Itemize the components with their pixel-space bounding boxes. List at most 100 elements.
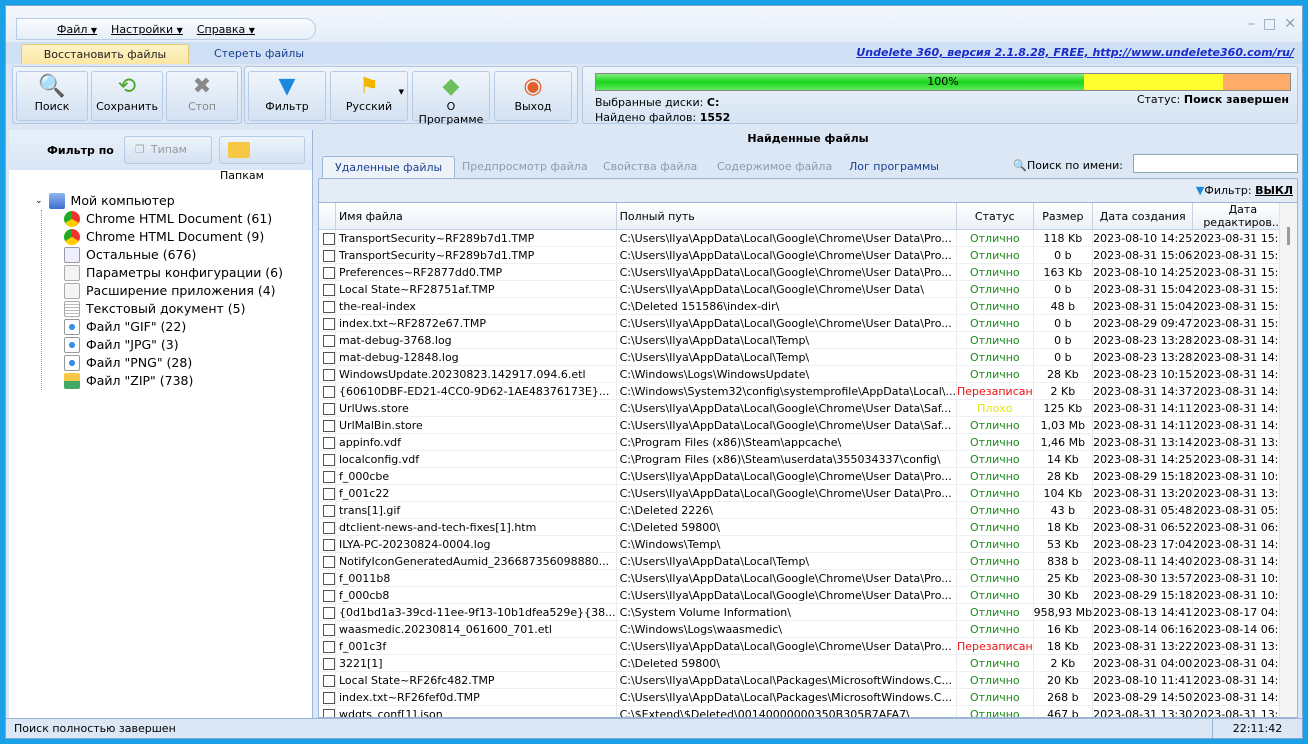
- table-row[interactable]: f_0011b8 C:\Users\Ilya\AppData\Local\Goog…: [319, 569, 1297, 587]
- filter-by-types-button[interactable]: ❐ Типам: [124, 136, 212, 164]
- tree-item[interactable]: Остальные (676): [42, 246, 283, 264]
- row-checkbox[interactable]: [323, 589, 335, 602]
- row-checkbox[interactable]: [323, 368, 335, 381]
- row-checkbox[interactable]: [323, 351, 335, 364]
- table-row[interactable]: index.txt~RF26fef0d.TMP C:\Users\Ilya\App…: [319, 688, 1297, 706]
- column-full-path[interactable]: Полный путь: [616, 203, 957, 230]
- row-checkbox[interactable]: [323, 521, 335, 534]
- tree-item[interactable]: Chrome HTML Document (61): [42, 210, 283, 228]
- table-row[interactable]: UrlMalBin.store C:\Users\Ilya\AppData\Loc…: [319, 416, 1297, 434]
- row-checkbox[interactable]: [323, 504, 335, 517]
- row-checkbox[interactable]: [323, 572, 335, 585]
- row-checkbox[interactable]: [323, 334, 335, 347]
- row-checkbox[interactable]: [323, 674, 335, 687]
- scrollbar-thumb[interactable]: [1287, 227, 1290, 245]
- column-size[interactable]: Размер: [1033, 203, 1094, 230]
- column-file-name[interactable]: Имя файла: [335, 203, 617, 230]
- row-checkbox[interactable]: [323, 419, 335, 432]
- row-checkbox[interactable]: [323, 402, 335, 415]
- table-row[interactable]: f_001c3f C:\Users\Ilya\AppData\Local\Goog…: [319, 637, 1297, 655]
- stop-button[interactable]: ✖ Стоп: [166, 71, 238, 121]
- column-created[interactable]: Дата создания: [1092, 203, 1194, 230]
- filter-by-folders-button[interactable]: Папкам: [219, 136, 305, 182]
- filter-toggle[interactable]: ВЫКЛ: [1255, 184, 1293, 197]
- tab-file-preview[interactable]: Предпросмотр файла: [462, 156, 588, 178]
- tree-item[interactable]: Chrome HTML Document (9): [42, 228, 283, 246]
- row-checkbox[interactable]: [323, 266, 335, 279]
- table-row[interactable]: NotifyIconGeneratedAumid_236687356098880…: [319, 552, 1297, 570]
- tab-file-properties[interactable]: Свойства файла: [603, 156, 697, 178]
- about-link[interactable]: Undelete 360, версия 2.1.8.28, FREE, htt…: [856, 46, 1294, 59]
- about-button[interactable]: ◆ О Программе: [412, 71, 490, 126]
- row-checkbox[interactable]: [323, 708, 335, 717]
- column-status[interactable]: Статус: [956, 203, 1034, 230]
- tree-item[interactable]: Файл "GIF" (22): [42, 318, 283, 336]
- table-row[interactable]: Preferences~RF2877dd0.TMP C:\Users\Ilya\A…: [319, 263, 1297, 281]
- row-checkbox[interactable]: [323, 385, 335, 398]
- language-button[interactable]: ⚑ Русский ▼: [330, 71, 408, 121]
- tree-item[interactable]: Текстовый документ (5): [42, 300, 283, 318]
- table-row[interactable]: UrlUws.store C:\Users\Ilya\AppData\Local\…: [319, 399, 1297, 417]
- tree-item[interactable]: Файл "ZIP" (738): [42, 372, 283, 390]
- table-row[interactable]: appinfo.vdf C:\Program Files (x86)\Steam\…: [319, 433, 1297, 451]
- save-button[interactable]: ⟲ Сохранить: [91, 71, 163, 121]
- row-checkbox[interactable]: [323, 640, 335, 653]
- menu-help[interactable]: Справка ▼: [197, 23, 255, 36]
- maximize-icon[interactable]: □: [1263, 16, 1276, 32]
- tab-file-content[interactable]: Содержимое файла: [717, 156, 832, 178]
- table-row[interactable]: f_000cb8 C:\Users\Ilya\AppData\Local\Goog…: [319, 586, 1297, 604]
- filter-button[interactable]: ▼ Фильтр: [248, 71, 326, 121]
- search-button[interactable]: 🔍 Поиск: [16, 71, 88, 121]
- row-checkbox[interactable]: [323, 657, 335, 670]
- close-icon[interactable]: ✕: [1284, 16, 1296, 32]
- table-row[interactable]: waasmedic.20230814_061600_701.etl C:\Wind…: [319, 620, 1297, 638]
- row-checkbox[interactable]: [323, 283, 335, 296]
- row-checkbox[interactable]: [323, 487, 335, 500]
- row-checkbox[interactable]: [323, 453, 335, 466]
- table-row[interactable]: mat-debug-12848.log C:\Users\Ilya\AppData…: [319, 348, 1297, 366]
- vertical-scrollbar[interactable]: [1279, 203, 1297, 717]
- table-row[interactable]: WindowsUpdate.20230823.142917.094.6.etl C…: [319, 365, 1297, 383]
- row-checkbox[interactable]: [323, 555, 335, 568]
- tree-item[interactable]: Параметры конфигурации (6): [42, 264, 283, 282]
- table-row[interactable]: TransportSecurity~RF289b7d1.TMP C:\Users\…: [319, 246, 1297, 264]
- table-row[interactable]: Local State~RF26fc482.TMP C:\Users\Ilya\A…: [319, 671, 1297, 689]
- table-row[interactable]: {60610DBF-ED21-4CC0-9D62-1AE48376173E}..…: [319, 382, 1297, 400]
- tab-program-log[interactable]: Лог программы: [849, 156, 939, 178]
- menu-file[interactable]: Файл ▼: [57, 23, 97, 36]
- row-checkbox[interactable]: [323, 300, 335, 313]
- table-row[interactable]: dtclient-news-and-tech-fixes[1].htm C:\De…: [319, 518, 1297, 536]
- row-checkbox[interactable]: [323, 538, 335, 551]
- row-checkbox[interactable]: [323, 249, 335, 262]
- search-by-name-input[interactable]: [1133, 154, 1298, 173]
- table-row[interactable]: wdgts_conf[1].json C:\$Extend\$Deleted\00…: [319, 705, 1297, 717]
- row-checkbox[interactable]: [323, 232, 335, 245]
- table-row[interactable]: localconfig.vdf C:\Program Files (x86)\St…: [319, 450, 1297, 468]
- table-row[interactable]: mat-debug-3768.log C:\Users\Ilya\AppData\…: [319, 331, 1297, 349]
- table-row[interactable]: 3221[1] C:\Deleted 59800\ Отлично 2 Kb 2023-…: [319, 654, 1297, 672]
- table-row[interactable]: Local State~RF28751af.TMP C:\Users\Ilya\A…: [319, 280, 1297, 298]
- row-checkbox[interactable]: [323, 691, 335, 704]
- column-modified[interactable]: Дата редактиров...: [1192, 203, 1294, 230]
- exit-button[interactable]: ◉ Выход: [494, 71, 572, 121]
- tree-item[interactable]: Файл "JPG" (3): [42, 336, 283, 354]
- table-row[interactable]: TransportSecurity~RF289b7d1.TMP C:\Users\…: [319, 229, 1297, 247]
- tree-root[interactable]: ⌄ Мой компьютер: [35, 192, 283, 210]
- minimize-icon[interactable]: –: [1248, 16, 1255, 32]
- tab-deleted-files[interactable]: Удаленные файлы: [322, 156, 456, 178]
- tree-item[interactable]: Расширение приложения (4): [42, 282, 283, 300]
- table-row[interactable]: f_000cbe C:\Users\Ilya\AppData\Local\Goog…: [319, 467, 1297, 485]
- row-checkbox[interactable]: [323, 623, 335, 636]
- row-checkbox[interactable]: [323, 317, 335, 330]
- row-checkbox[interactable]: [323, 436, 335, 449]
- table-row[interactable]: f_001c22 C:\Users\Ilya\AppData\Local\Goog…: [319, 484, 1297, 502]
- tree-item[interactable]: Файл "PNG" (28): [42, 354, 283, 372]
- menu-settings[interactable]: Настройки ▼: [111, 23, 183, 36]
- table-row[interactable]: trans[1].gif C:\Deleted 2226\ Отлично 43 b2…: [319, 501, 1297, 519]
- table-row[interactable]: the-real-index C:\Deleted 151586\index-di…: [319, 297, 1297, 315]
- chevron-down-icon[interactable]: ⌄: [35, 192, 43, 210]
- table-row[interactable]: {0d1bd1a3-39cd-11ee-9f13-10b1dfea529e}{3…: [319, 603, 1297, 621]
- table-row[interactable]: index.txt~RF2872e67.TMP C:\Users\Ilya\App…: [319, 314, 1297, 332]
- tab-restore-files[interactable]: Восстановить файлы: [21, 44, 189, 64]
- table-row[interactable]: ILYA-PC-20230824-0004.log C:\Windows\Temp…: [319, 535, 1297, 553]
